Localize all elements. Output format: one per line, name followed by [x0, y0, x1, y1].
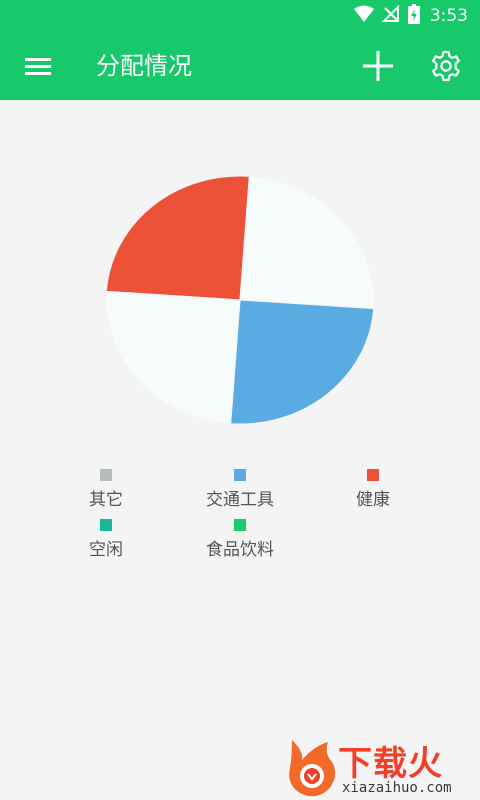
legend-item-health[interactable]: 健康 [313, 466, 433, 510]
no-signal-icon [381, 4, 400, 27]
legend-item-other[interactable]: 其它 [46, 466, 166, 510]
legend-swatch [234, 519, 246, 531]
legend-swatch [234, 469, 246, 481]
watermark-logo-text: 下载火 [338, 744, 443, 784]
gear-icon [432, 50, 460, 82]
watermark: 下载火 xiazaihuo.com [284, 736, 480, 800]
legend-item-transport[interactable]: 交通工具 [180, 466, 300, 510]
chart-container [0, 100, 480, 460]
menu-button[interactable] [18, 46, 58, 86]
legend-item-food[interactable]: 食品饮料 [180, 516, 300, 560]
pie-slice-1[interactable] [105, 175, 250, 301]
add-button[interactable] [358, 46, 398, 86]
legend-label: 健康 [356, 490, 390, 510]
watermark-url: xiazaihuo.com [342, 780, 452, 796]
status-bar: 3:53 [0, 0, 480, 32]
menu-icon [25, 58, 51, 75]
page-title: 分配情况 [96, 52, 192, 80]
legend-label: 食品饮料 [206, 540, 274, 560]
pie-slice-3[interactable] [230, 299, 375, 425]
plus-icon [363, 51, 393, 81]
legend-swatch [367, 469, 379, 481]
pie-chart[interactable] [0, 100, 480, 460]
status-time: 3:53 [429, 6, 468, 26]
pie-slice-2[interactable] [239, 175, 375, 310]
pie-slice-4[interactable] [105, 290, 241, 425]
settings-button[interactable] [426, 46, 466, 86]
legend-swatch [100, 469, 112, 481]
app-bar: 分配情况 [0, 32, 480, 100]
status-icons: 3:53 [353, 0, 468, 32]
legend-label: 其它 [89, 490, 123, 510]
chart-legend: 其它 交通工具 健康 空闲 食品饮料 [0, 466, 480, 566]
battery-charging-icon [407, 4, 420, 28]
legend-swatch [100, 519, 112, 531]
legend-item-idle[interactable]: 空闲 [46, 516, 166, 560]
flame-logo-icon [289, 740, 336, 797]
wifi-icon [353, 5, 374, 27]
legend-label: 交通工具 [206, 490, 274, 510]
legend-label: 空闲 [89, 540, 123, 560]
